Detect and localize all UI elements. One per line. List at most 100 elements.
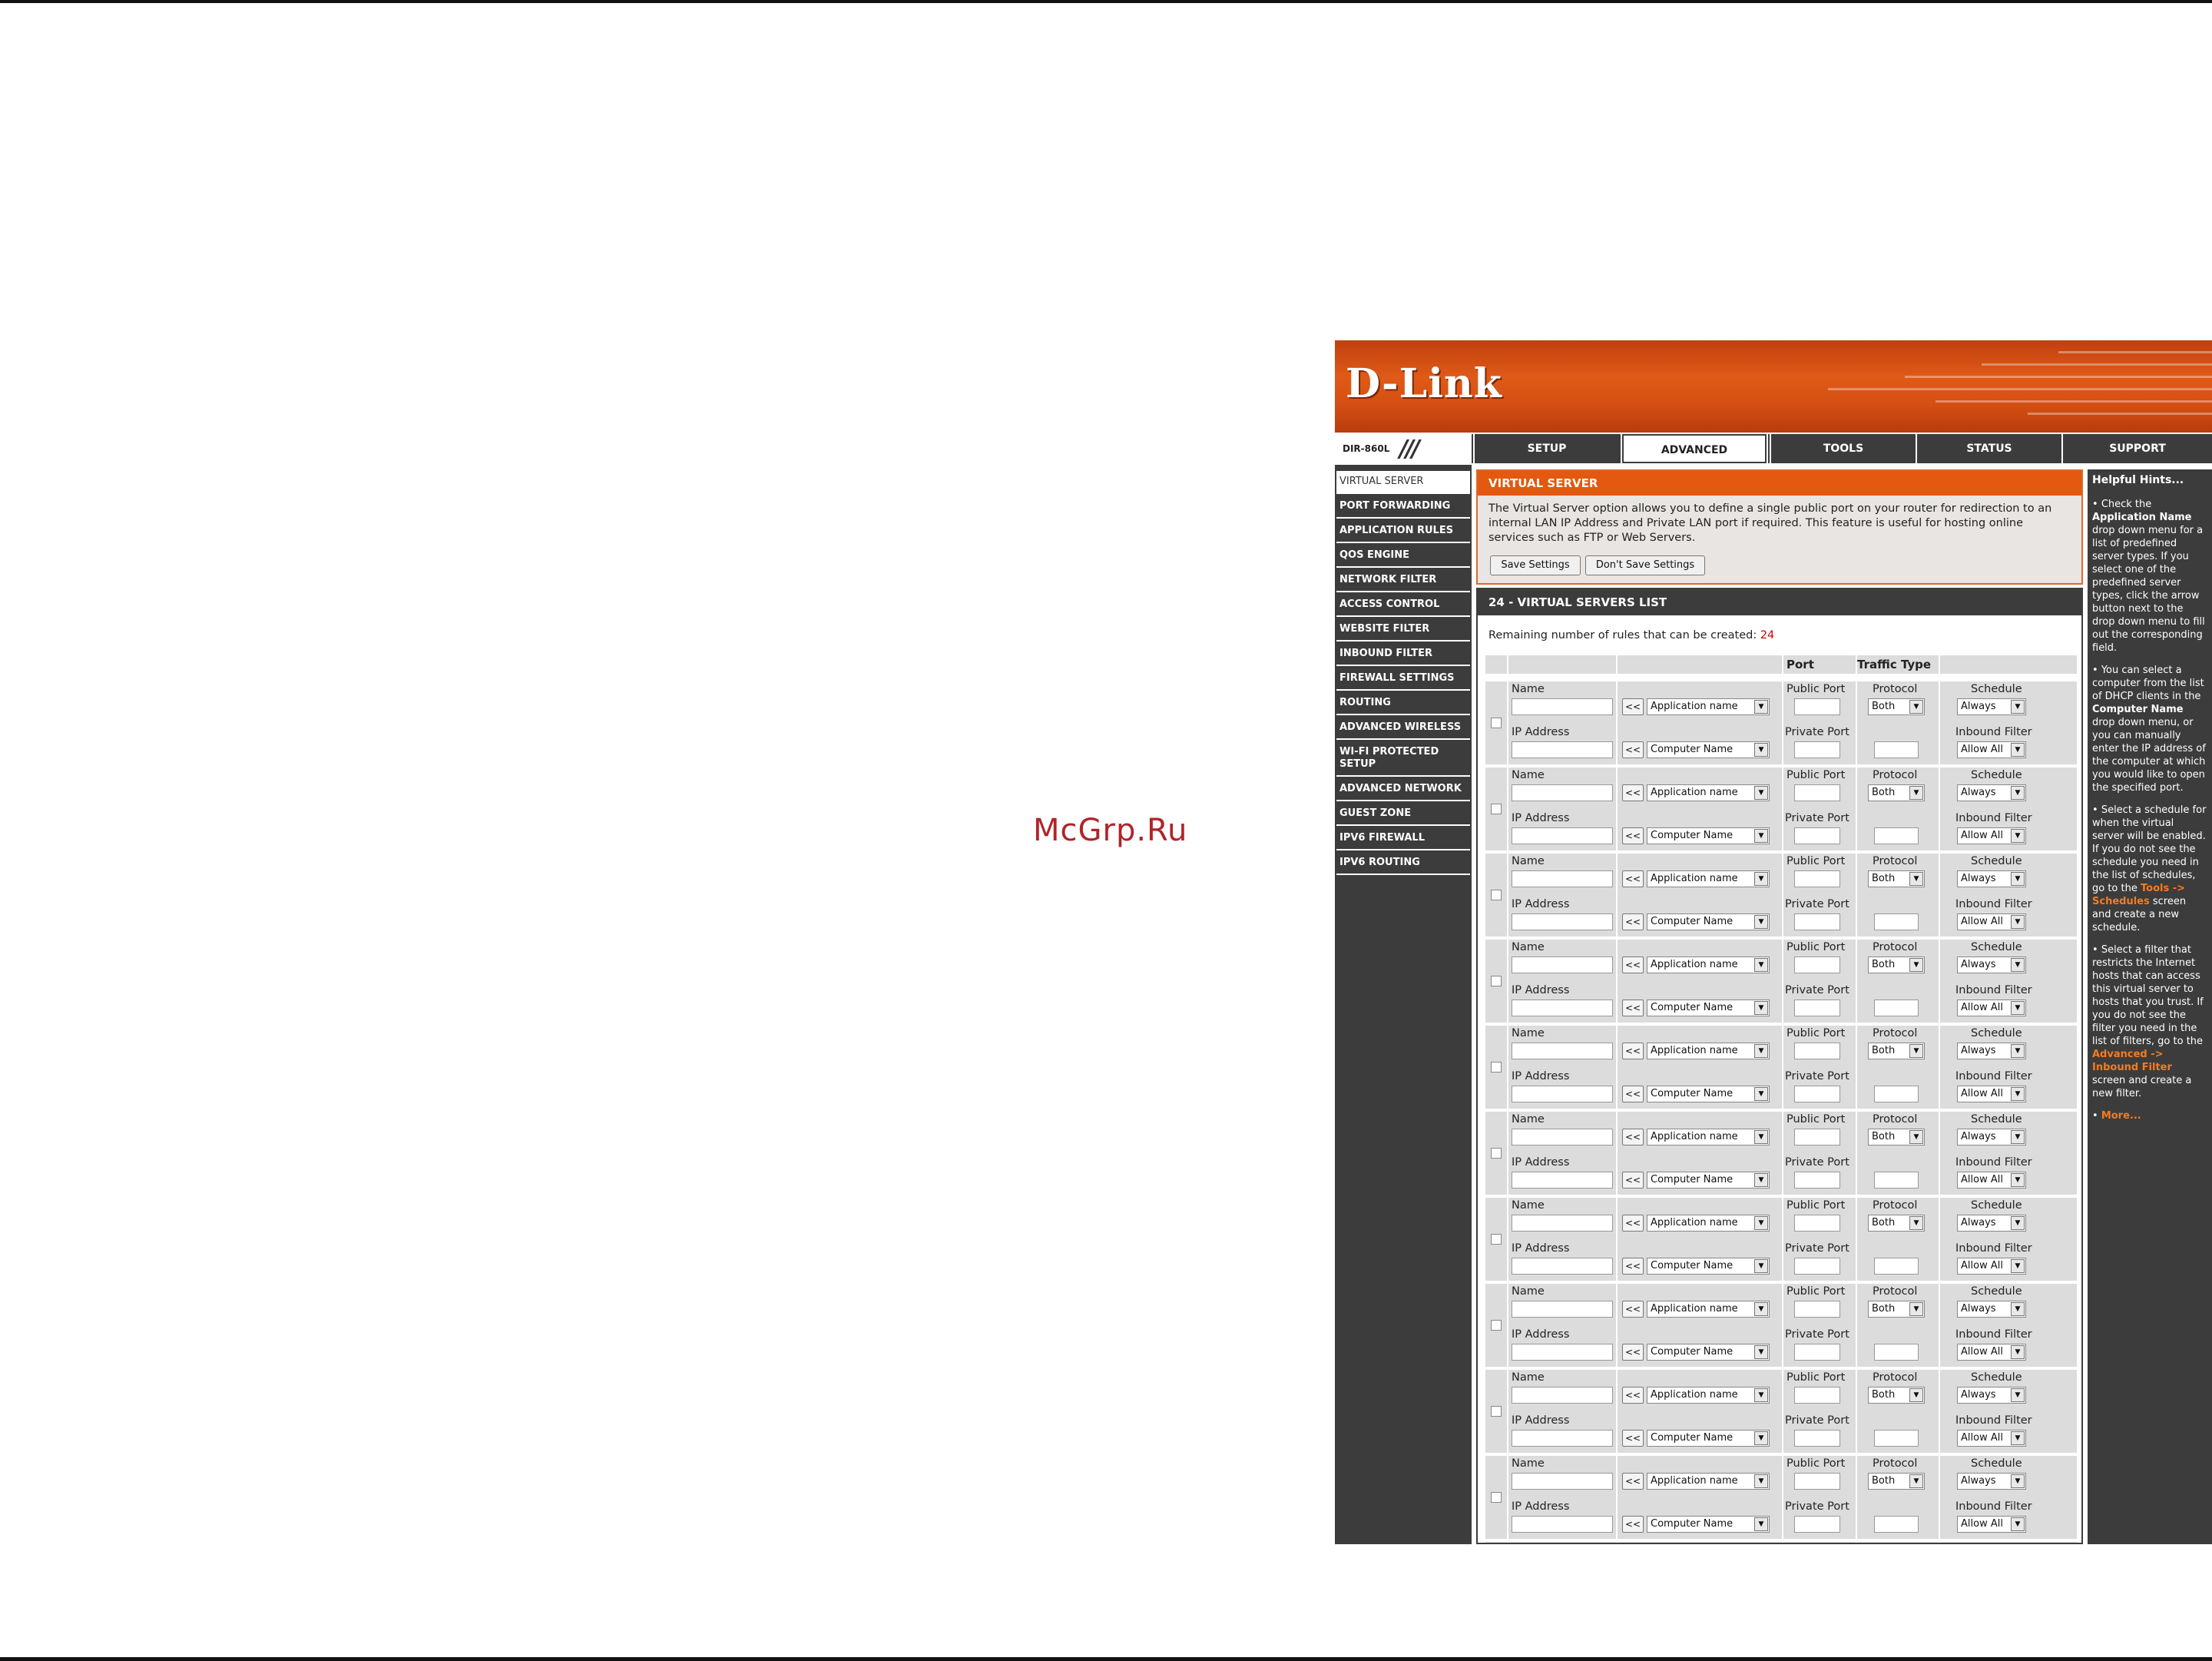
protocol-port-input[interactable] [1874, 1344, 1919, 1361]
inbound-filter-select[interactable]: Allow All ▼ [1957, 913, 2026, 930]
inbound-filter-select[interactable]: Allow All ▼ [1957, 1516, 2026, 1533]
inbound-filter-select[interactable]: Allow All ▼ [1957, 1086, 2026, 1102]
sidebar-item-inbound-filter[interactable]: INBOUND FILTER [1336, 643, 1470, 666]
private-port-input[interactable] [1794, 1172, 1840, 1189]
fill-ip-arrow-button[interactable]: << [1622, 913, 1644, 930]
public-port-input[interactable] [1794, 1301, 1840, 1318]
sidebar-item-advanced-network[interactable]: ADVANCED NETWORK [1336, 778, 1470, 801]
rule-enable-checkbox[interactable] [1491, 976, 1502, 986]
private-port-input[interactable] [1794, 1000, 1840, 1016]
protocol-port-input[interactable] [1874, 1000, 1919, 1016]
schedule-select[interactable]: Always ▼ [1957, 1387, 2026, 1404]
rule-enable-checkbox[interactable] [1491, 890, 1502, 900]
fill-name-arrow-button[interactable]: << [1622, 1301, 1644, 1318]
application-name-select[interactable]: Application name ▼ [1647, 1473, 1770, 1490]
ip-address-input[interactable] [1512, 1000, 1613, 1016]
application-name-select[interactable]: Application name ▼ [1647, 1129, 1770, 1145]
schedule-select[interactable]: Always ▼ [1957, 870, 2026, 887]
computer-name-select[interactable]: Computer Name ▼ [1647, 1516, 1770, 1533]
name-input[interactable] [1512, 1473, 1613, 1490]
protocol-port-input[interactable] [1874, 913, 1919, 930]
sidebar-item-network-filter[interactable]: NETWORK FILTER [1336, 569, 1470, 592]
rule-enable-checkbox[interactable] [1491, 1062, 1502, 1073]
sidebar-item-virtual-server[interactable]: VIRTUAL SERVER [1336, 471, 1470, 494]
schedule-select[interactable]: Always ▼ [1957, 1301, 2026, 1318]
application-name-select[interactable]: Application name ▼ [1647, 1215, 1770, 1232]
sidebar-item-website-filter[interactable]: WEBSITE FILTER [1336, 618, 1470, 642]
sidebar-item-guest-zone[interactable]: GUEST ZONE [1336, 803, 1470, 826]
fill-name-arrow-button[interactable]: << [1622, 870, 1644, 887]
rule-enable-checkbox[interactable] [1491, 718, 1502, 728]
rule-enable-checkbox[interactable] [1491, 1320, 1502, 1331]
sidebar-item-routing[interactable]: ROUTING [1336, 692, 1470, 715]
fill-ip-arrow-button[interactable]: << [1622, 1258, 1644, 1275]
public-port-input[interactable] [1794, 870, 1840, 887]
sidebar-item-port-forwarding[interactable]: PORT FORWARDING [1336, 496, 1470, 519]
fill-name-arrow-button[interactable]: << [1622, 956, 1644, 973]
protocol-port-input[interactable] [1874, 827, 1919, 844]
protocol-select[interactable]: Both ▼ [1868, 1301, 1925, 1318]
protocol-port-input[interactable] [1874, 1172, 1919, 1189]
fill-ip-arrow-button[interactable]: << [1622, 1430, 1644, 1447]
ip-address-input[interactable] [1512, 1086, 1613, 1102]
fill-name-arrow-button[interactable]: << [1622, 784, 1644, 801]
inbound-filter-select[interactable]: Allow All ▼ [1957, 741, 2026, 758]
tab-status[interactable]: STATUS [1916, 434, 2061, 463]
advanced-inbound-filter-link[interactable]: Advanced -> Inbound Filter [2092, 1049, 2172, 1073]
rule-enable-checkbox[interactable] [1491, 1492, 1502, 1503]
name-input[interactable] [1512, 1301, 1613, 1318]
tab-setup[interactable]: SETUP [1473, 434, 1619, 463]
fill-name-arrow-button[interactable]: << [1622, 1473, 1644, 1490]
sidebar-item-application-rules[interactable]: APPLICATION RULES [1336, 520, 1470, 543]
application-name-select[interactable]: Application name ▼ [1647, 956, 1770, 973]
application-name-select[interactable]: Application name ▼ [1647, 698, 1770, 715]
fill-ip-arrow-button[interactable]: << [1622, 1172, 1644, 1189]
fill-ip-arrow-button[interactable]: << [1622, 1086, 1644, 1102]
name-input[interactable] [1512, 1129, 1613, 1145]
private-port-input[interactable] [1794, 1258, 1840, 1275]
fill-name-arrow-button[interactable]: << [1622, 1387, 1644, 1404]
public-port-input[interactable] [1794, 1215, 1840, 1232]
dont-save-settings-button[interactable]: Don't Save Settings [1585, 555, 1705, 575]
application-name-select[interactable]: Application name ▼ [1647, 870, 1770, 887]
ip-address-input[interactable] [1512, 1258, 1613, 1275]
application-name-select[interactable]: Application name ▼ [1647, 1301, 1770, 1318]
public-port-input[interactable] [1794, 1043, 1840, 1059]
protocol-port-input[interactable] [1874, 1258, 1919, 1275]
protocol-select[interactable]: Both ▼ [1868, 1387, 1925, 1404]
rule-enable-checkbox[interactable] [1491, 1148, 1502, 1159]
fill-name-arrow-button[interactable]: << [1622, 1215, 1644, 1232]
fill-ip-arrow-button[interactable]: << [1622, 1000, 1644, 1016]
protocol-select[interactable]: Both ▼ [1868, 698, 1925, 715]
protocol-port-input[interactable] [1874, 1516, 1919, 1533]
protocol-port-input[interactable] [1874, 741, 1919, 758]
schedule-select[interactable]: Always ▼ [1957, 956, 2026, 973]
fill-ip-arrow-button[interactable]: << [1622, 741, 1644, 758]
tab-tools[interactable]: TOOLS [1770, 434, 1916, 463]
protocol-select[interactable]: Both ▼ [1868, 956, 1925, 973]
computer-name-select[interactable]: Computer Name ▼ [1647, 741, 1770, 758]
ip-address-input[interactable] [1512, 1430, 1613, 1447]
computer-name-select[interactable]: Computer Name ▼ [1647, 1172, 1770, 1189]
name-input[interactable] [1512, 784, 1613, 801]
fill-name-arrow-button[interactable]: << [1622, 1043, 1644, 1059]
inbound-filter-select[interactable]: Allow All ▼ [1957, 1430, 2026, 1447]
computer-name-select[interactable]: Computer Name ▼ [1647, 1258, 1770, 1275]
application-name-select[interactable]: Application name ▼ [1647, 784, 1770, 801]
protocol-select[interactable]: Both ▼ [1868, 870, 1925, 887]
sidebar-item-ipv6-routing[interactable]: IPV6 ROUTING [1336, 852, 1470, 875]
fill-name-arrow-button[interactable]: << [1622, 698, 1644, 715]
public-port-input[interactable] [1794, 1473, 1840, 1490]
sidebar-item-firewall-settings[interactable]: FIREWALL SETTINGS [1336, 668, 1470, 691]
rule-enable-checkbox[interactable] [1491, 804, 1502, 814]
computer-name-select[interactable]: Computer Name ▼ [1647, 1000, 1770, 1016]
public-port-input[interactable] [1794, 698, 1840, 715]
protocol-port-input[interactable] [1874, 1430, 1919, 1447]
schedule-select[interactable]: Always ▼ [1957, 784, 2026, 801]
rule-enable-checkbox[interactable] [1491, 1406, 1502, 1417]
fill-ip-arrow-button[interactable]: << [1622, 827, 1644, 844]
sidebar-item-qos-engine[interactable]: QOS ENGINE [1336, 545, 1470, 568]
name-input[interactable] [1512, 1043, 1613, 1059]
name-input[interactable] [1512, 1387, 1613, 1404]
ip-address-input[interactable] [1512, 1344, 1613, 1361]
